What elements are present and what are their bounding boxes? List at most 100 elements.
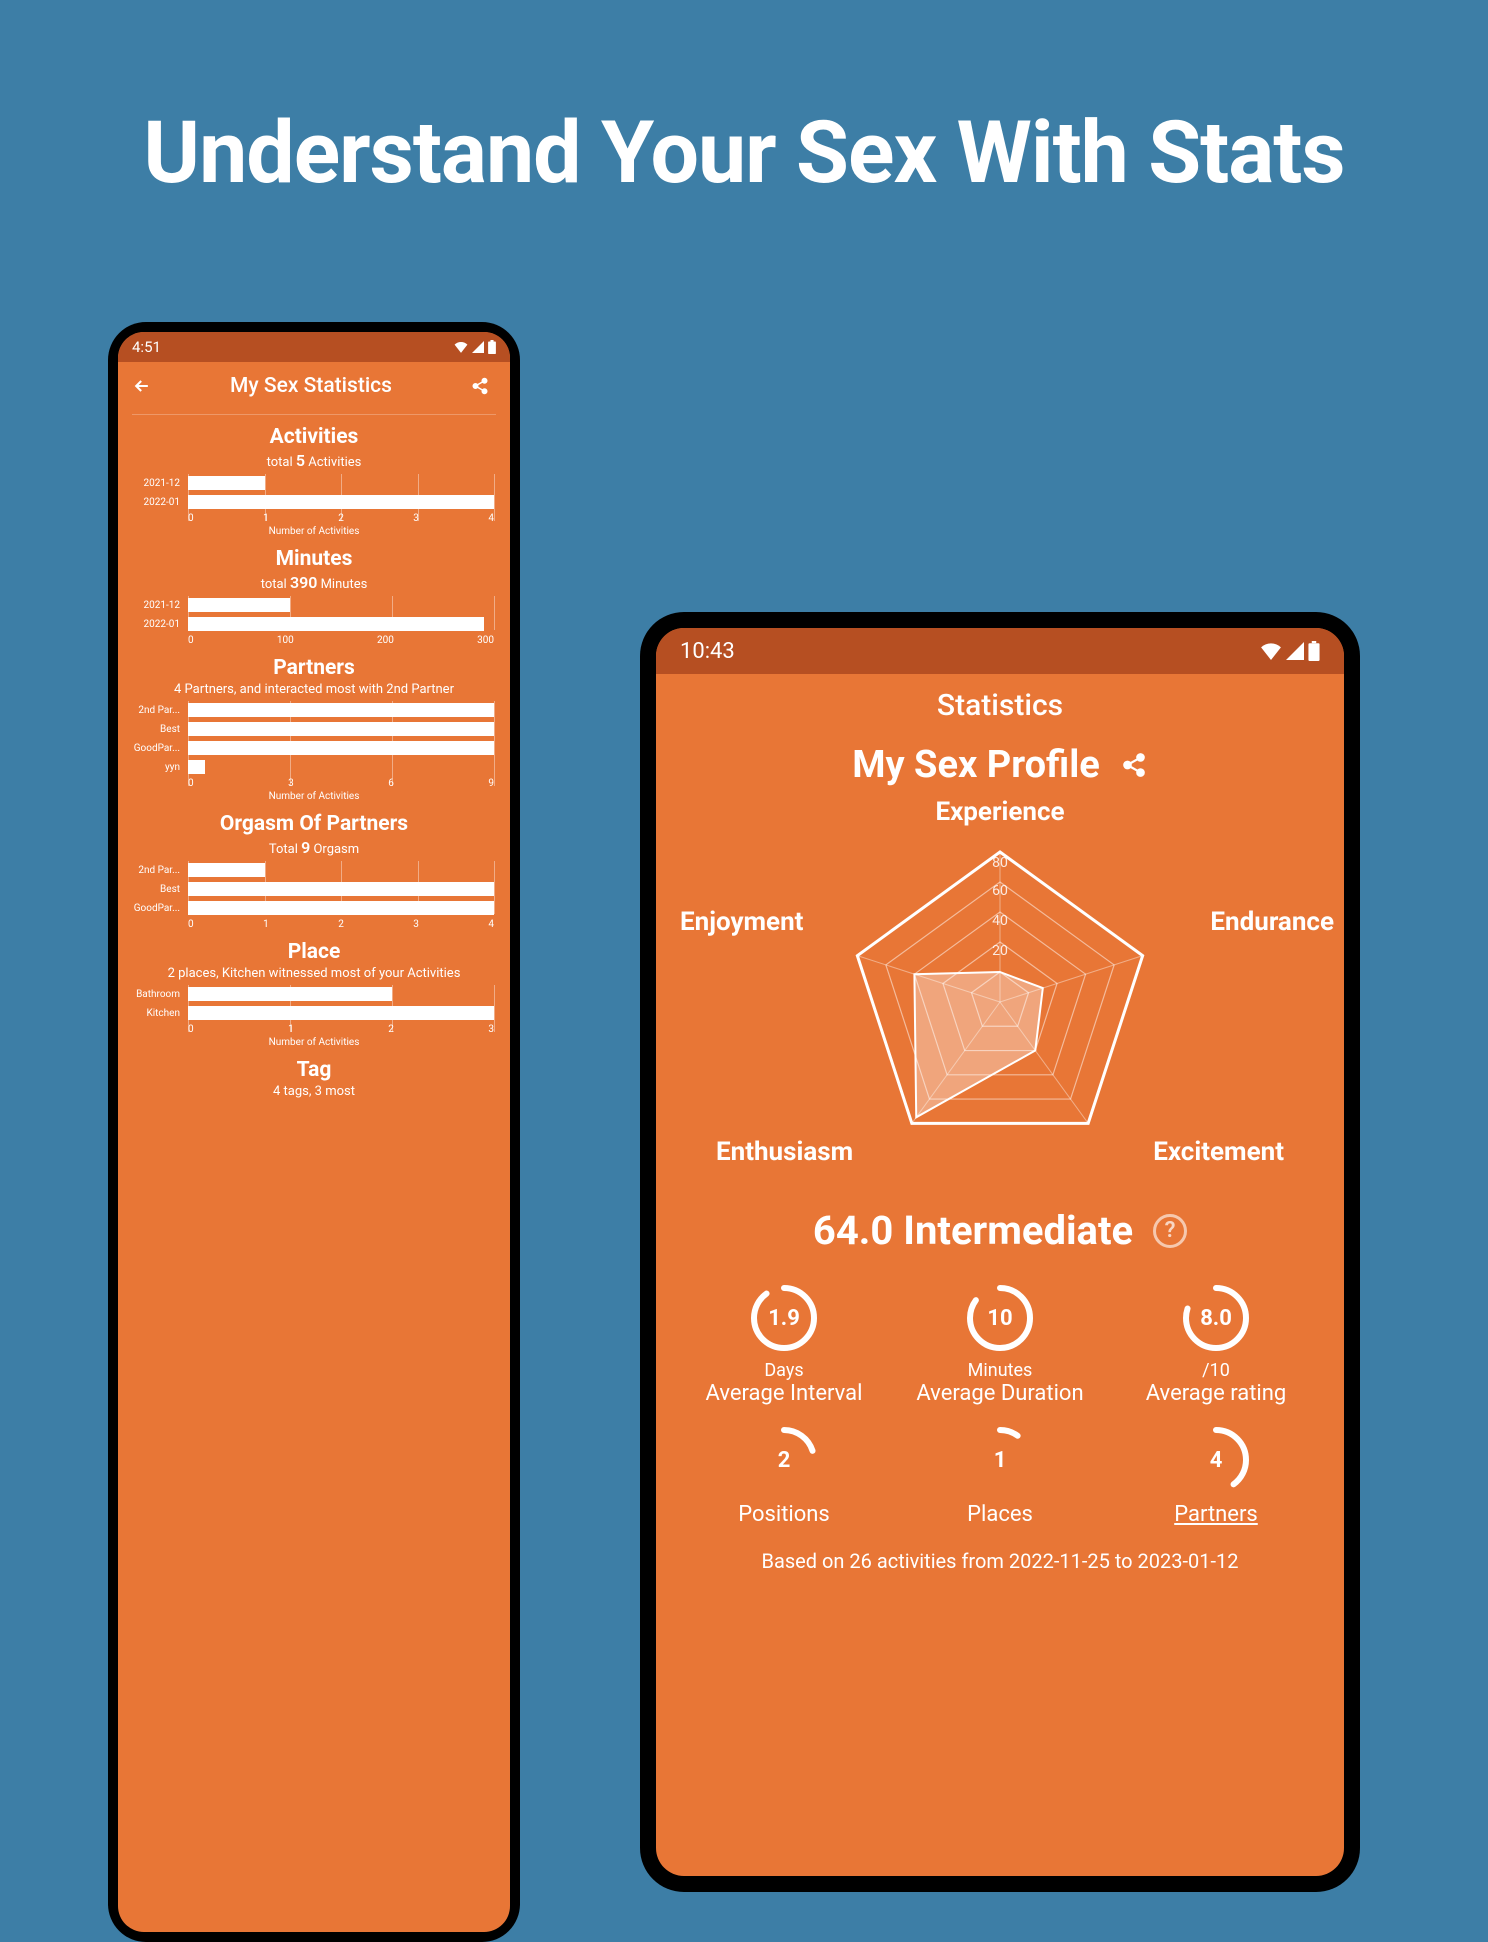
metric-value: 1.9 <box>748 1282 820 1354</box>
metric-average-duration: 10 Minutes Average Duration <box>892 1282 1108 1406</box>
status-icons <box>1260 641 1320 661</box>
bar-row: 2nd Par... <box>188 861 494 879</box>
section-title: Place <box>128 940 500 964</box>
bar-label: 2021-12 <box>128 478 184 489</box>
section-title: Orgasm Of Partners <box>128 812 500 836</box>
footer-note: Based on 26 activities from 2022-11-25 t… <box>656 1535 1344 1587</box>
bar-row: 2021-12 <box>188 596 494 614</box>
arrow-left-icon <box>132 376 152 396</box>
section-title: Tag <box>128 1058 500 1082</box>
page-title: My Sex Statistics <box>156 374 466 398</box>
status-icons <box>454 340 496 354</box>
hbar-chart: Bathroom Kitchen 0123 Number of Activitie… <box>128 985 500 1048</box>
progress-ring: 8.0 <box>1180 1282 1252 1354</box>
share-icon <box>1121 752 1147 778</box>
back-button[interactable] <box>128 372 156 400</box>
battery-icon <box>488 340 496 354</box>
help-button[interactable]: ? <box>1153 1214 1187 1248</box>
progress-ring: 4 <box>1180 1424 1252 1496</box>
metric-value: 4 <box>1180 1424 1252 1496</box>
metric-places: 1 Places <box>892 1424 1108 1527</box>
section-tag: Tag 4 tags, 3 most <box>118 1052 510 1107</box>
bar-row: yyn <box>188 758 494 776</box>
wifi-icon <box>1260 642 1282 660</box>
bar-label: yyn <box>128 762 184 773</box>
bar-label: 2022-01 <box>128 619 184 630</box>
section-subtitle: 4 Partners, and interacted most with 2nd… <box>128 682 500 697</box>
section-subtitle: Total 9 Orgasm <box>128 838 500 857</box>
bar-label: Bathroom <box>128 989 184 1000</box>
share-icon <box>471 377 489 395</box>
bar-row: Bathroom <box>188 985 494 1003</box>
axis-ticks: 0369 <box>128 778 500 789</box>
radar-label-enjoyment: Enjoyment <box>680 907 803 937</box>
bar-label: 2nd Par... <box>128 865 184 876</box>
bar-label: 2nd Par... <box>128 705 184 716</box>
axis-label: Number of Activities <box>128 526 500 537</box>
axis-ticks: 0123 <box>128 1024 500 1035</box>
radar-tick: 20 <box>992 943 1008 959</box>
hero-title: Understand Your Sex With Stats <box>0 0 1488 203</box>
bar-row: 2021-12 <box>188 474 494 492</box>
hbar-chart: 2nd Par... Best GoodPar... 01234 <box>128 861 500 930</box>
bar-row: Best <box>188 880 494 898</box>
section-title: Partners <box>128 656 500 680</box>
metric-value: 8.0 <box>1180 1282 1252 1354</box>
radar-chart: Experience Endurance Excitement Enthusia… <box>656 797 1344 1197</box>
app-bar: My Sex Statistics <box>118 362 510 410</box>
metric-label: Average rating <box>1108 1381 1324 1406</box>
axis-label: Number of Activities <box>128 1037 500 1048</box>
section-subtitle: total 5 Activities <box>128 451 500 470</box>
section-subtitle: total 390 Minutes <box>128 573 500 592</box>
metric-unit: /10 <box>1108 1360 1324 1381</box>
share-button[interactable] <box>466 372 494 400</box>
section-subtitle: 2 places, Kitchen witnessed most of your… <box>128 966 500 981</box>
metrics-grid: 1.9 Days Average Interval 10 Minutes Ave… <box>656 1254 1344 1535</box>
section-place: Place 2 places, Kitchen witnessed most of… <box>118 934 510 1052</box>
bar-label: 2022-01 <box>128 497 184 508</box>
bar-label: GoodPar... <box>128 903 184 914</box>
metric-average-interval: 1.9 Days Average Interval <box>676 1282 892 1406</box>
hbar-chart: 2021-12 2022-01 0100200300 <box>128 596 500 646</box>
bar-row: Kitchen <box>188 1004 494 1022</box>
axis-ticks: 01234 <box>128 919 500 930</box>
phone-mock-right: 10:43 Statistics My Sex Profile Experien… <box>640 612 1360 1892</box>
phone-mock-left: 4:51 My Sex Statistics Activitiestotal 5… <box>108 322 520 1942</box>
signal-icon <box>472 341 484 353</box>
progress-ring: 10 <box>964 1282 1036 1354</box>
metric-unit: Minutes <box>892 1360 1108 1381</box>
bar-label: Best <box>128 724 184 735</box>
hbar-chart: 2021-12 2022-01 01234 Number of Activitie… <box>128 474 500 537</box>
profile-title-row: My Sex Profile <box>656 729 1344 797</box>
metric-label[interactable]: Partners <box>1108 1502 1324 1527</box>
signal-icon <box>1286 642 1304 660</box>
axis-label: Number of Activities <box>128 791 500 802</box>
metric-partners[interactable]: 4 Partners <box>1108 1424 1324 1527</box>
axis-ticks: 01234 <box>128 513 500 524</box>
bar-row: 2nd Par... <box>188 701 494 719</box>
score-row: 64.0 Intermediate ? <box>656 1207 1344 1254</box>
radar-label-experience: Experience <box>935 797 1064 827</box>
status-bar: 4:51 <box>118 332 510 362</box>
radar-tick: 80 <box>992 855 1008 871</box>
bar-row: 2022-01 <box>188 615 494 633</box>
radar-tick: 40 <box>992 913 1008 929</box>
bar-row: GoodPar... <box>188 899 494 917</box>
bar-label: GoodPar... <box>128 743 184 754</box>
share-button[interactable] <box>1120 751 1148 779</box>
axis-ticks: 0100200300 <box>128 635 500 646</box>
metric-label: Positions <box>676 1502 892 1527</box>
bar-label: Best <box>128 884 184 895</box>
radar-tick: 60 <box>992 883 1008 899</box>
page-header: Statistics <box>656 674 1344 729</box>
screen-right: 10:43 Statistics My Sex Profile Experien… <box>656 628 1344 1876</box>
bar-label: 2021-12 <box>128 600 184 611</box>
status-bar: 10:43 <box>656 628 1344 674</box>
profile-title: My Sex Profile <box>852 743 1100 787</box>
battery-icon <box>1308 641 1320 661</box>
metric-unit: Days <box>676 1360 892 1381</box>
metric-average-rating: 8.0 /10 Average rating <box>1108 1282 1324 1406</box>
radar-label-excitement: Excitement <box>1153 1137 1284 1167</box>
section-activities: Activitiestotal 5 Activities 2021-12 202… <box>118 419 510 541</box>
section-subtitle: 4 tags, 3 most <box>128 1084 500 1099</box>
